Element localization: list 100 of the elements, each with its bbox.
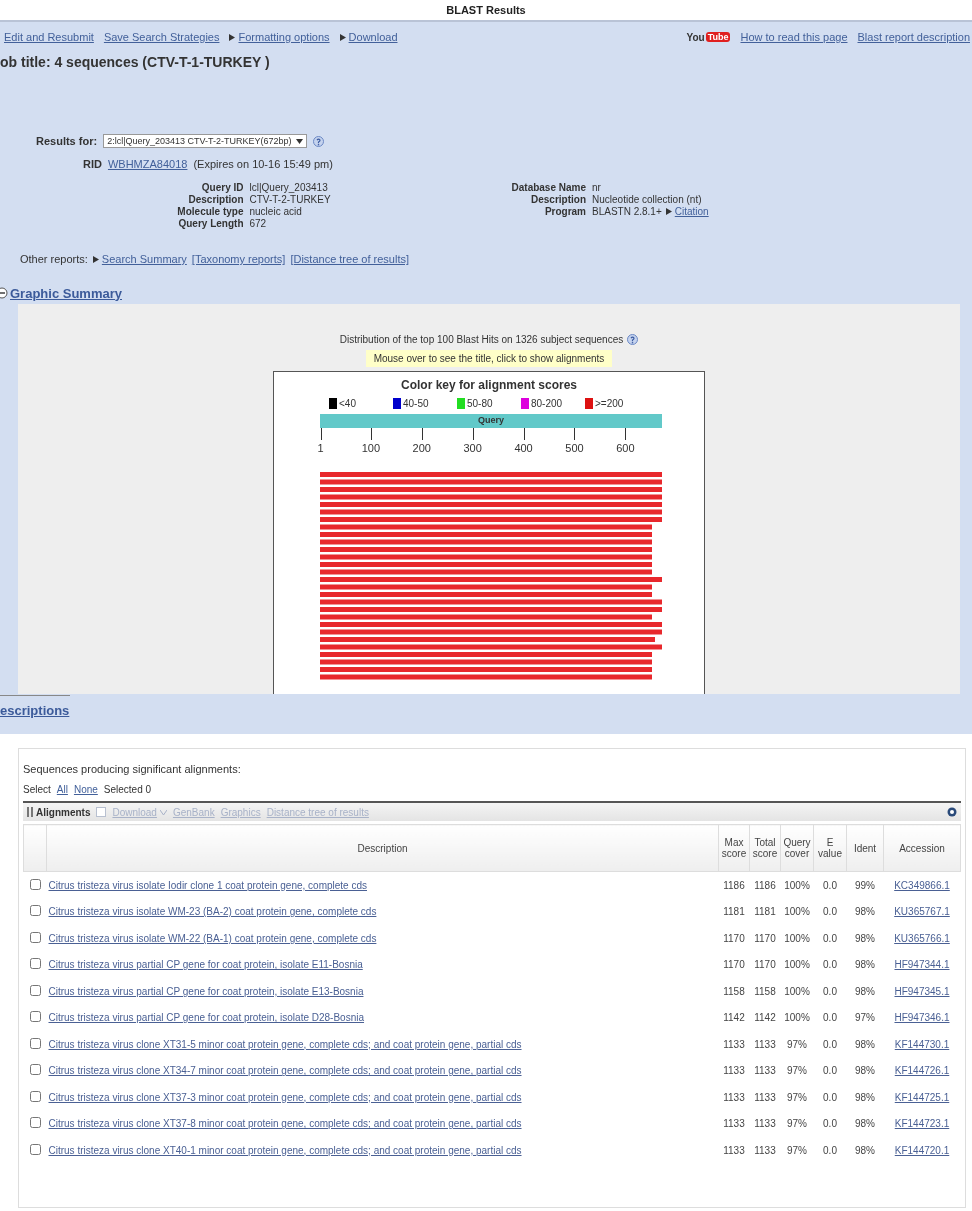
row-checkbox[interactable] xyxy=(29,984,41,996)
link[interactable]: Save Search Strategies xyxy=(103,31,220,43)
help-icon[interactable] xyxy=(312,135,324,147)
section-link[interactable]: escriptions xyxy=(0,703,70,718)
logo-badge: Tube xyxy=(705,32,731,42)
expander-link[interactable]: Search Summary xyxy=(92,253,187,265)
description-link[interactable]: Citrus tristeza virus clone XT31-5 minor coat protein gene, complete cds; and coat protein gene, partial cds xyxy=(48,1038,522,1050)
caret-icon xyxy=(159,809,167,815)
column-header: Query cover xyxy=(780,824,814,872)
table-cell-text: 100% xyxy=(783,984,811,999)
accession-link[interactable]: KU365767.1 xyxy=(894,906,950,918)
description-link[interactable]: Citrus tristeza virus partial CP gene for coat protein, isolate D28-Bosnia xyxy=(48,1012,365,1024)
expander-link[interactable]: Download xyxy=(339,31,398,43)
table-cell-text: 98% xyxy=(854,1143,876,1158)
help-link[interactable]: How to read this page xyxy=(740,31,848,43)
table-cell-text: 0.0 xyxy=(822,1011,838,1026)
row-checkbox[interactable] xyxy=(29,1064,41,1076)
table-cell-text: 98% xyxy=(854,984,876,999)
table-cell-text: 97% xyxy=(786,1090,808,1105)
accession-link[interactable]: KC349866.1 xyxy=(894,879,950,891)
description-link[interactable]: Citrus tristeza virus clone XT34-7 minor coat protein gene, complete cds; and coat protein gene, partial cds xyxy=(48,1065,522,1077)
accession-link[interactable]: KF144726.1 xyxy=(894,1065,950,1077)
axis-label: 600 xyxy=(616,442,635,454)
expander-arrow-icon xyxy=(92,255,99,263)
link[interactable]: [Taxonomy reports] xyxy=(191,253,286,265)
column-header: Ident xyxy=(846,824,884,872)
description-link[interactable]: Citrus tristeza virus isolate Iodir clone 1 coat protein gene, complete cds xyxy=(48,879,367,891)
row-checkbox[interactable] xyxy=(29,958,41,970)
accession-link[interactable]: HF947346.1 xyxy=(894,1012,950,1024)
help-link[interactable]: Blast report description xyxy=(857,31,970,43)
row-checkbox[interactable] xyxy=(29,1037,41,1049)
results-dropdown[interactable]: 2:lcl|Query_203413 CTV-T-2-TURKEY(672bp) xyxy=(103,134,307,148)
row-checkbox[interactable] xyxy=(29,1011,41,1023)
select-link[interactable]: All xyxy=(56,784,68,795)
table-cell-text: 0.0 xyxy=(822,905,838,920)
field-label: Other reports: xyxy=(20,253,88,265)
row-checkbox[interactable] xyxy=(29,931,41,943)
settings-icon[interactable] xyxy=(947,807,957,817)
table-cell-text: 100% xyxy=(783,1011,811,1026)
description-link[interactable]: Citrus tristeza virus isolate WM-23 (BA-2) coat protein gene, complete cds xyxy=(48,906,377,918)
column-header: E value xyxy=(813,824,847,872)
field-value: Nucleotide collection (nt) xyxy=(592,194,703,205)
table-cell-text: 0.0 xyxy=(822,1064,838,1079)
table-cell-text: 1158 xyxy=(753,984,777,999)
table-cell-text: 0.0 xyxy=(822,1037,838,1052)
help-icon[interactable] xyxy=(627,334,639,345)
table-cell-text: 1170 xyxy=(722,958,746,973)
select-link[interactable]: None xyxy=(73,784,98,795)
table-cell-text: 100% xyxy=(783,958,811,973)
table-cell-text: 98% xyxy=(854,1117,876,1132)
expander-link[interactable]: Citation xyxy=(665,206,709,217)
field-value: (Expires on 10-16 15:49 pm) xyxy=(193,158,333,170)
table-cell-text: 1133 xyxy=(753,1117,777,1132)
table-cell-text: 98% xyxy=(854,905,876,920)
caret-icon xyxy=(295,138,303,144)
link[interactable]: [Distance tree of results] xyxy=(290,253,409,265)
expander-link[interactable]: Formatting options xyxy=(229,31,330,43)
row-checkbox[interactable] xyxy=(29,1117,41,1129)
query-bar: Query xyxy=(320,414,662,428)
field-label: Query ID xyxy=(200,182,244,193)
description-link[interactable]: Citrus tristeza virus isolate WM-22 (BA-1) coat protein gene, complete cds xyxy=(48,932,377,944)
table-cell-text: 1133 xyxy=(722,1117,746,1132)
accession-link[interactable]: KF144730.1 xyxy=(894,1038,950,1050)
table-cell-text: 1133 xyxy=(722,1143,746,1158)
accession-link[interactable]: KU365766.1 xyxy=(894,932,950,944)
row-checkbox[interactable] xyxy=(29,1143,41,1155)
description-link[interactable]: Citrus tristeza virus partial CP gene for coat protein, isolate E13-Bosnia xyxy=(48,985,364,997)
expander-arrow-icon xyxy=(665,208,672,215)
table-cell-text: 100% xyxy=(783,905,811,920)
table-cell: 100% xyxy=(780,871,814,899)
description-link[interactable]: Citrus tristeza virus clone XT37-3 minor coat protein gene, complete cds; and coat protein gene, partial cds xyxy=(48,1091,522,1103)
accession-link[interactable]: KF144723.1 xyxy=(894,1118,950,1130)
field-label: Results for: xyxy=(36,135,98,147)
accession-link[interactable]: KF144720.1 xyxy=(894,1144,950,1156)
tab[interactable]: Alignments xyxy=(27,806,91,818)
row-checkbox[interactable] xyxy=(29,1090,41,1102)
field-value: nucleic acid xyxy=(249,206,303,217)
table-cell-text: 98% xyxy=(854,1037,876,1052)
description-link[interactable]: Citrus tristeza virus clone XT40-1 minor coat protein gene, complete cds; and coat protein gene, partial cds xyxy=(48,1144,522,1156)
column-header: Max score xyxy=(718,824,750,872)
row-checkbox[interactable] xyxy=(29,878,41,890)
accession-link[interactable]: HF947345.1 xyxy=(894,985,950,997)
description-link[interactable]: Citrus tristeza virus partial CP gene for coat protein, isolate E11-Bosnia xyxy=(48,959,363,971)
field-label: Database Name xyxy=(510,182,586,193)
section-link[interactable]: Graphic Summary xyxy=(10,285,122,301)
rid-link[interactable]: WBHMZA84018 xyxy=(107,158,188,170)
description-link[interactable]: Citrus tristeza virus clone XT37-8 minor coat protein gene, complete cds; and coat protein gene, partial cds xyxy=(48,1118,522,1130)
link[interactable]: Edit and Resubmit xyxy=(4,31,94,43)
table-cell: 99% xyxy=(846,871,884,899)
handle-icon xyxy=(27,807,33,817)
field-label: Description xyxy=(187,194,244,205)
table-cell-text: 1133 xyxy=(753,1143,777,1158)
table-cell-text: 97% xyxy=(786,1064,808,1079)
accession-link[interactable]: HF947344.1 xyxy=(894,959,950,971)
accession-link[interactable]: KF144725.1 xyxy=(894,1091,950,1103)
table-cell-text: 98% xyxy=(854,1090,876,1105)
row-checkbox[interactable] xyxy=(29,905,41,917)
column-header: Accession xyxy=(883,824,961,872)
table-cell-text: 0.0 xyxy=(822,958,838,973)
table-cell-text: 1181 xyxy=(722,905,746,920)
